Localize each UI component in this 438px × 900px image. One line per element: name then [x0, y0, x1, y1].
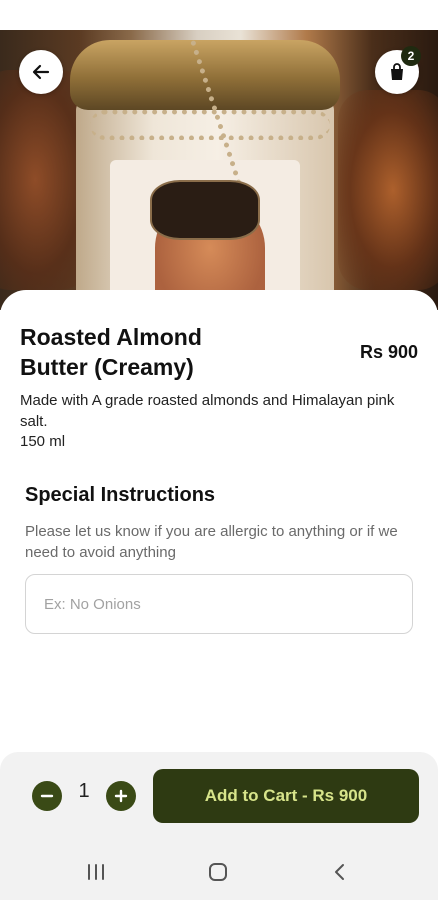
home-button[interactable] [204, 860, 232, 884]
background-jar-right [338, 90, 438, 290]
product-price: Rs 900 [359, 342, 418, 362]
product-description: Made with A grade roasted almonds and Hi… [20, 392, 395, 430]
jar-twine [90, 110, 330, 140]
special-instructions-input[interactable] [25, 574, 413, 634]
recent-apps-icon [88, 864, 104, 880]
back-chevron-icon [335, 864, 344, 880]
cart-button[interactable]: 2 [375, 46, 421, 94]
increase-quantity-button[interactable] [106, 781, 136, 811]
product-name: Roasted Almond Butter (Creamy) [20, 324, 202, 380]
almond-butter-jar [70, 38, 340, 310]
quantity-value: 1 [78, 780, 90, 802]
product-size: 150 ml [20, 433, 66, 450]
decrease-quantity-button[interactable] [32, 781, 62, 811]
add-to-cart-button[interactable]: Add to Cart - Rs 900 [153, 769, 419, 823]
system-back-button[interactable] [326, 860, 354, 884]
product-image [0, 30, 438, 310]
recent-apps-button[interactable] [82, 860, 110, 884]
plus-icon [114, 789, 128, 803]
cart-count-badge: 2 [401, 46, 421, 66]
arrow-left-icon [32, 64, 50, 80]
shopping-bag-icon [391, 63, 403, 80]
special-instructions-hint: Please let us know if you are allergic t… [25, 523, 398, 561]
back-button[interactable] [19, 50, 63, 94]
special-instructions-title: Special Instructions [25, 484, 216, 506]
minus-icon [40, 794, 54, 798]
home-icon [209, 863, 227, 881]
status-bar [0, 0, 438, 30]
jar-tag [150, 180, 260, 240]
